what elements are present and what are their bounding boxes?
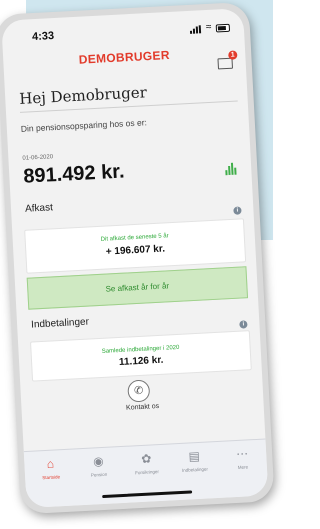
status-icons: ≈ — [189, 21, 231, 35]
indbetalinger-card: Samlede indbetalinger i 2020 11.126 kr. — [30, 330, 252, 382]
battery-icon — [215, 23, 231, 33]
app-screen: 4:33 ≈ DEMOBRUGER 1 Hej Demobruger Din p… — [1, 8, 269, 509]
tab-bar: ⌂ Startside ◉ Pension ✿ Forsikringer ▤ I… — [23, 438, 269, 509]
afkast-title: Afkast — [24, 202, 54, 215]
tab-label: Forsikringer — [135, 469, 160, 476]
tab-forsikringer[interactable]: ✿ Forsikringer — [122, 450, 172, 492]
tab-indbetalinger[interactable]: ▤ Indbetalinger — [170, 448, 220, 490]
bar-chart-icon[interactable] — [225, 162, 238, 176]
tab-label: Pension — [90, 471, 108, 478]
tab-mere[interactable]: ⋯ Mere — [218, 445, 268, 487]
tab-label: Mere — [237, 464, 249, 470]
tab-label: Indbetalinger — [181, 466, 209, 473]
tab-pension[interactable]: ◉ Pension — [74, 453, 124, 495]
home-icon: ⌂ — [46, 456, 55, 471]
phone-frame: 4:33 ≈ DEMOBRUGER 1 Hej Demobruger Din p… — [0, 1, 275, 515]
status-time: 4:33 — [31, 29, 55, 44]
tab-startside[interactable]: ⌂ Startside — [26, 456, 76, 498]
phone-mockup: 4:33 ≈ DEMOBRUGER 1 Hej Demobruger Din p… — [0, 0, 283, 529]
piggy-bank-icon: ◉ — [92, 453, 104, 469]
status-bar: 4:33 ≈ — [1, 8, 244, 49]
afkast-card: Dit afkast de seneste 5 år + 196.607 kr. — [24, 218, 247, 274]
payments-icon: ▤ — [188, 448, 201, 464]
phone-icon[interactable]: ✆ — [127, 379, 151, 403]
pension-date: 01-06-2020 — [22, 154, 54, 162]
tab-label: Startside — [42, 474, 61, 481]
indbetalinger-title: Indbetalinger — [30, 316, 90, 331]
info-icon[interactable]: i — [233, 206, 242, 215]
see-afkast-button[interactable]: Se afkast år for år — [26, 266, 249, 310]
wifi-icon: ≈ — [205, 21, 212, 34]
info-icon[interactable]: i — [239, 320, 248, 329]
pension-amount: 891.492 kr. — [22, 160, 126, 188]
signal-icon — [189, 25, 202, 34]
pension-subtitle: Din pensionsopsparing hos os er: — [20, 117, 148, 134]
mail-icon[interactable]: 1 — [217, 50, 238, 70]
more-icon: ⋯ — [235, 446, 249, 462]
greeting-heading: Hej Demobruger — [18, 83, 148, 108]
app-title: DEMOBRUGER — [78, 47, 171, 67]
insurance-icon: ✿ — [140, 451, 152, 466]
